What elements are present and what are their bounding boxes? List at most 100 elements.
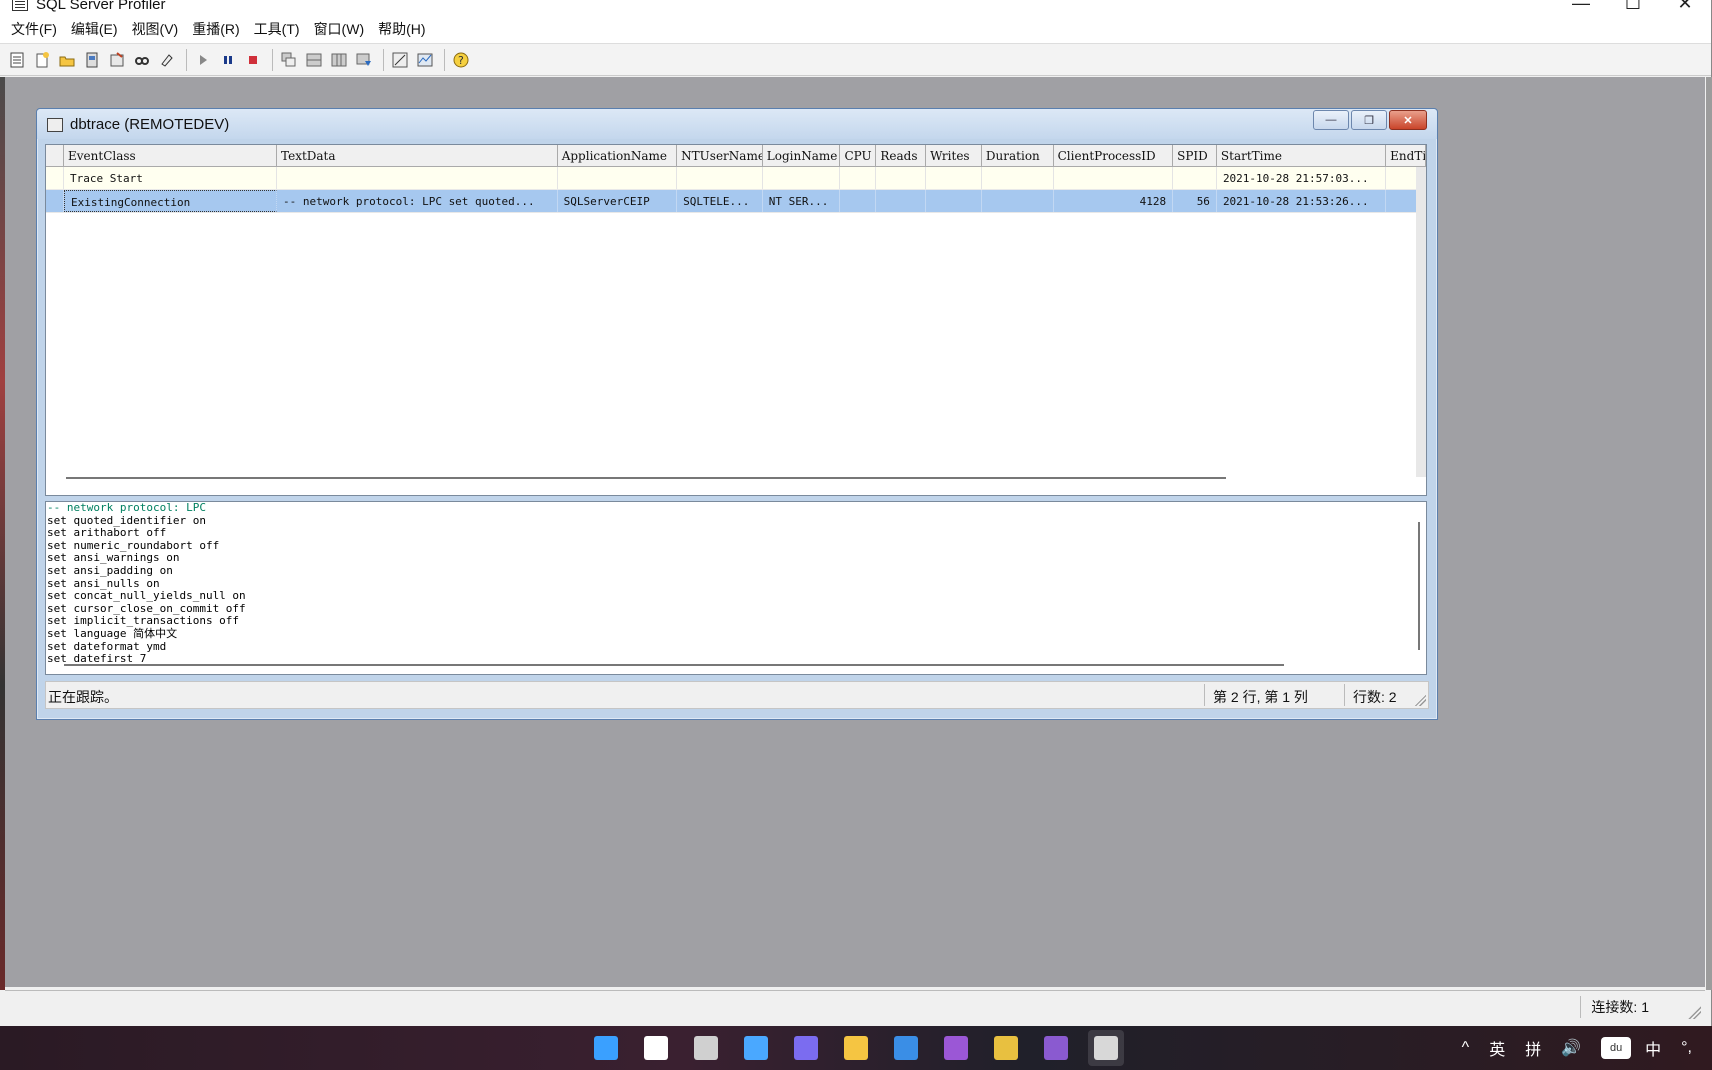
taskbar: ^ 英 拼 🔊 du 中 °, xyxy=(0,1026,1712,1070)
trace-status-message: 正在跟踪。 xyxy=(48,689,118,705)
col-ntusername[interactable]: NTUserName xyxy=(677,145,763,166)
trace-status-bar: 正在跟踪。 第 2 行, 第 1 列 行数: 2 xyxy=(45,681,1429,709)
columns-icon[interactable] xyxy=(328,49,350,71)
cell-loginname xyxy=(763,167,841,189)
cell-eventclass: ExistingConnection xyxy=(64,190,277,212)
close-button[interactable]: ✕ xyxy=(1659,0,1711,14)
menu-replay[interactable]: 重播(R) xyxy=(187,19,248,39)
detail-horizontal-scrollbar[interactable] xyxy=(64,664,1284,666)
col-loginname[interactable]: LoginName xyxy=(763,145,841,166)
file-explorer-icon[interactable] xyxy=(838,1030,874,1066)
col-textdata[interactable]: TextData xyxy=(277,145,558,166)
col-reads[interactable]: Reads xyxy=(876,145,927,166)
app-icon xyxy=(12,0,28,11)
cascade-icon[interactable] xyxy=(278,49,300,71)
trace-restore-button[interactable]: ❐ xyxy=(1351,110,1387,130)
chat-icon-glyph xyxy=(794,1036,818,1060)
trace-close-button[interactable]: ✕ xyxy=(1389,110,1427,130)
grid-vertical-scrollbar[interactable] xyxy=(1416,167,1426,477)
monitor-icon[interactable] xyxy=(414,49,436,71)
row-selector xyxy=(46,167,64,189)
menu-file[interactable]: 文件(F) xyxy=(6,19,66,39)
table-row[interactable]: Trace Start 2021-10-28 21:57:03... xyxy=(46,167,1426,190)
menu-bar: 文件(F) 编辑(E) 视图(V) 重播(R) 工具(T) 窗口(W) 帮助(H… xyxy=(0,14,1711,44)
trace-minimize-button[interactable]: — xyxy=(1313,110,1349,130)
tray-input-mode[interactable]: 拼 xyxy=(1525,1036,1541,1060)
maximize-button[interactable]: ☐ xyxy=(1607,0,1659,14)
ime-icon[interactable]: du xyxy=(1601,1037,1632,1059)
search-icon[interactable] xyxy=(638,1030,674,1066)
tray-overflow-icon[interactable]: ^ xyxy=(1462,1039,1470,1057)
detail-line: set implicit_transactions off xyxy=(47,614,240,628)
chat-icon[interactable] xyxy=(788,1030,824,1066)
col-applicationname[interactable]: ApplicationName xyxy=(558,145,678,166)
col-clientprocessid[interactable]: ClientProcessID xyxy=(1054,145,1174,166)
help-icon[interactable]: ? xyxy=(450,49,472,71)
toolbar-separator xyxy=(444,48,445,71)
ime-mode[interactable]: 中 xyxy=(1645,1036,1661,1060)
cell-textdata xyxy=(277,167,558,189)
menu-window[interactable]: 窗口(W) xyxy=(309,19,374,39)
resize-grip-icon[interactable] xyxy=(1412,692,1426,706)
col-endtime[interactable]: EndTi xyxy=(1386,145,1426,166)
cell-eventclass: Trace Start xyxy=(64,167,277,189)
run-icon[interactable] xyxy=(192,49,214,71)
table-row-selected[interactable]: ExistingConnection -- network protocol: … xyxy=(46,190,1426,213)
col-starttime[interactable]: StartTime xyxy=(1217,145,1387,166)
detail-line: set dateformat ymd xyxy=(47,639,167,653)
cell-spid xyxy=(1173,167,1217,189)
trace-window-title: dbtrace (REMOTEDEV) xyxy=(70,116,230,133)
clear-icon[interactable] xyxy=(156,49,178,71)
filter-icon[interactable] xyxy=(353,49,375,71)
trace-window: dbtrace (REMOTEDEV) — ❐ ✕ EventClass Tex… xyxy=(36,108,1438,720)
cell-reads xyxy=(876,190,927,212)
store-icon[interactable] xyxy=(888,1030,924,1066)
auto-scroll-icon[interactable] xyxy=(389,49,411,71)
sql-profiler-icon[interactable] xyxy=(1088,1030,1124,1066)
volume-icon[interactable]: 🔊 xyxy=(1561,1038,1581,1058)
ime-punctuation[interactable]: °, xyxy=(1681,1039,1692,1057)
new-trace-icon[interactable] xyxy=(31,49,53,71)
stop-icon[interactable] xyxy=(242,49,264,71)
menu-tools[interactable]: 工具(T) xyxy=(249,19,309,39)
template-icon[interactable] xyxy=(81,49,103,71)
save-icon[interactable] xyxy=(106,49,128,71)
textdata-detail-pane[interactable]: -- network protocol: LPC set quoted_iden… xyxy=(45,501,1427,675)
trace-status-position: 第 2 行, 第 1 列 xyxy=(1204,684,1316,706)
resize-grip-icon[interactable] xyxy=(1685,1003,1701,1019)
grid-horizontal-scrollbar[interactable] xyxy=(66,477,1226,479)
menu-view[interactable]: 视图(V) xyxy=(127,19,188,39)
col-spid[interactable]: SPID xyxy=(1173,145,1217,166)
visual-studio-icon[interactable] xyxy=(1038,1030,1074,1066)
cell-duration xyxy=(982,167,1054,189)
detail-vertical-scrollbar[interactable] xyxy=(1418,522,1420,650)
pause-icon[interactable] xyxy=(217,49,239,71)
cell-spid: 56 xyxy=(1173,190,1217,212)
start-icon[interactable] xyxy=(588,1030,624,1066)
row-selector-header xyxy=(46,145,64,166)
cell-starttime: 2021-10-28 21:53:26... xyxy=(1217,190,1387,212)
window-edge xyxy=(1706,77,1712,990)
col-writes[interactable]: Writes xyxy=(926,145,982,166)
tray-language[interactable]: 英 xyxy=(1489,1036,1505,1060)
trace-grid[interactable]: EventClass TextData ApplicationName NTUs… xyxy=(45,144,1427,496)
widgets-icon-glyph xyxy=(744,1036,768,1060)
sql-profiler-icon-glyph xyxy=(1094,1036,1118,1060)
widgets-icon[interactable] xyxy=(738,1030,774,1066)
menu-help[interactable]: 帮助(H) xyxy=(373,19,434,39)
tool-icon-glyph xyxy=(994,1036,1018,1060)
menu-edit[interactable]: 编辑(E) xyxy=(66,19,127,39)
minimize-button[interactable]: — xyxy=(1555,0,1607,14)
col-duration[interactable]: Duration xyxy=(982,145,1054,166)
tile-icon[interactable] xyxy=(303,49,325,71)
task-view-icon[interactable] xyxy=(688,1030,724,1066)
tool-icon[interactable] xyxy=(988,1030,1024,1066)
trace-window-title-bar[interactable]: dbtrace (REMOTEDEV) — ❐ ✕ xyxy=(37,109,1437,139)
open-icon[interactable] xyxy=(56,49,78,71)
find-icon[interactable] xyxy=(131,49,153,71)
col-cpu[interactable]: CPU xyxy=(840,145,877,166)
properties-icon[interactable] xyxy=(6,49,28,71)
detail-line: set quoted_identifier on xyxy=(47,513,206,527)
visual-studio-preview-icon[interactable] xyxy=(938,1030,974,1066)
col-eventclass[interactable]: EventClass xyxy=(64,145,278,166)
